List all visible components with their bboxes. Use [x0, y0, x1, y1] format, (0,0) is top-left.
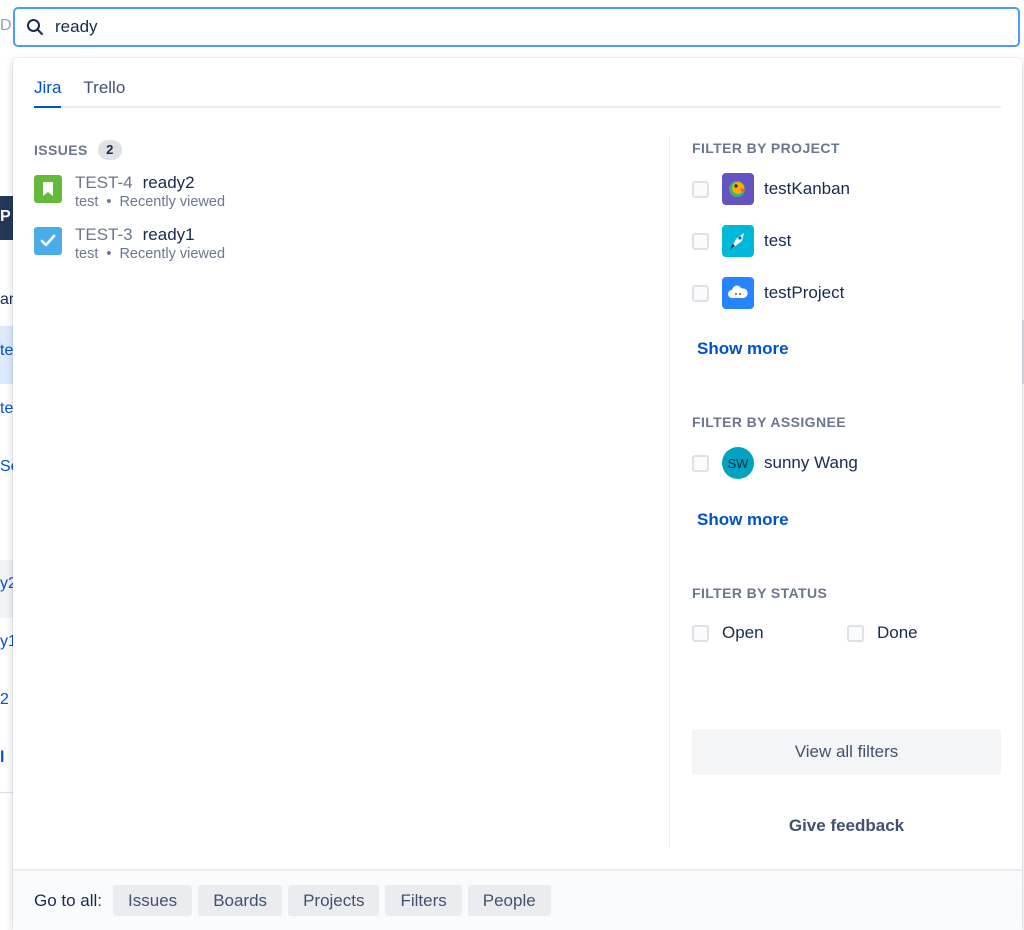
background-page: D P am te te Se y2 y1 2 l: [0, 0, 14, 930]
background-text: l: [0, 749, 5, 766]
separator-dot: •: [106, 194, 112, 210]
background-divider: [0, 792, 14, 793]
filter-project-heading: FILTER BY PROJECT: [692, 140, 840, 156]
search-input[interactable]: [55, 12, 955, 42]
filter-assignee-option[interactable]: SW sunny Wang: [692, 447, 858, 479]
background-text: te: [0, 400, 14, 417]
bookmark-story-icon: [34, 175, 62, 203]
show-more-projects-link[interactable]: Show more: [697, 339, 789, 359]
filter-label: Done: [877, 623, 918, 642]
search-bar[interactable]: [13, 7, 1020, 47]
filter-label: Open: [722, 623, 764, 642]
issues-count-badge: 2: [97, 140, 122, 160]
issue-project: test: [75, 194, 99, 210]
filter-project-option[interactable]: testKanban: [692, 173, 850, 205]
column-divider: [669, 136, 670, 848]
filter-label: testKanban: [764, 179, 851, 198]
go-to-issues-button[interactable]: Issues: [113, 885, 193, 916]
filter-status-option[interactable]: Done: [847, 617, 918, 649]
background-text: am: [0, 291, 14, 308]
filter-status-option[interactable]: Open: [692, 617, 764, 649]
filter-status-heading: FILTER BY STATUS: [692, 585, 828, 601]
go-to-boards-button[interactable]: Boards: [198, 885, 283, 916]
go-to-projects-button[interactable]: Projects: [288, 885, 380, 916]
issues-section-header: ISSUES 2: [34, 140, 122, 160]
issue-title: ready1: [142, 225, 195, 244]
checkbox[interactable]: [847, 624, 864, 642]
filter-label: testProject: [764, 283, 845, 302]
parrot-avatar-icon: [722, 173, 754, 205]
go-to-all-label: Go to all:: [34, 890, 103, 910]
issue-key: TEST-3: [75, 225, 133, 244]
background-text: y2: [0, 575, 14, 592]
show-more-assignees-link[interactable]: Show more: [697, 510, 789, 530]
search-icon: [15, 9, 55, 45]
cloud-avatar-icon: [722, 277, 754, 309]
avatar: SW: [722, 447, 754, 479]
separator-dot: •: [106, 246, 112, 262]
checkbox[interactable]: [692, 454, 709, 472]
issue-result-item[interactable]: TEST-4 ready2 test • Recently viewed: [34, 173, 634, 217]
checkbox[interactable]: [692, 180, 709, 198]
filter-assignee-heading: FILTER BY ASSIGNEE: [692, 414, 846, 430]
filter-project-option[interactable]: test: [692, 225, 791, 257]
search-results-panel: Jira Trello ISSUES 2 TEST-4 ready2 test • R…: [13, 58, 1022, 930]
issue-title: ready2: [142, 173, 195, 192]
issue-project: test: [75, 246, 99, 262]
background-text: P: [0, 208, 11, 225]
tab-trello[interactable]: Trello: [83, 78, 125, 106]
background-text: y1: [0, 633, 14, 650]
issue-meta: Recently viewed: [119, 194, 226, 210]
background-text: te: [0, 342, 14, 359]
background-text: 2: [0, 691, 9, 708]
issues-heading: ISSUES: [34, 142, 88, 158]
checkbox-task-icon: [34, 227, 62, 255]
tab-jira[interactable]: Jira: [34, 78, 62, 108]
product-tabs: Jira Trello: [34, 78, 1001, 108]
checkbox[interactable]: [692, 624, 709, 642]
issue-key: TEST-4: [75, 173, 133, 192]
background-dark-block: P: [0, 196, 14, 240]
go-to-filters-button[interactable]: Filters: [385, 885, 462, 916]
issue-result-item[interactable]: TEST-3 ready1 test • Recently viewed: [34, 225, 634, 269]
filter-project-option[interactable]: testProject: [692, 277, 844, 309]
view-all-filters-button[interactable]: View all filters: [692, 729, 1001, 775]
checkbox[interactable]: [692, 232, 709, 250]
rocket-avatar-icon: [722, 225, 754, 257]
background-text: D: [0, 17, 12, 34]
go-to-all-footer: Go to all: Issues Boards Projects Filter…: [13, 869, 1022, 930]
go-to-people-button[interactable]: People: [467, 885, 551, 916]
checkbox[interactable]: [692, 284, 709, 302]
filter-label: sunny Wang: [764, 453, 858, 472]
issue-meta: Recently viewed: [119, 246, 226, 262]
filter-label: test: [764, 231, 792, 250]
background-text: Se: [0, 458, 14, 475]
give-feedback-button[interactable]: Give feedback: [692, 816, 1001, 836]
